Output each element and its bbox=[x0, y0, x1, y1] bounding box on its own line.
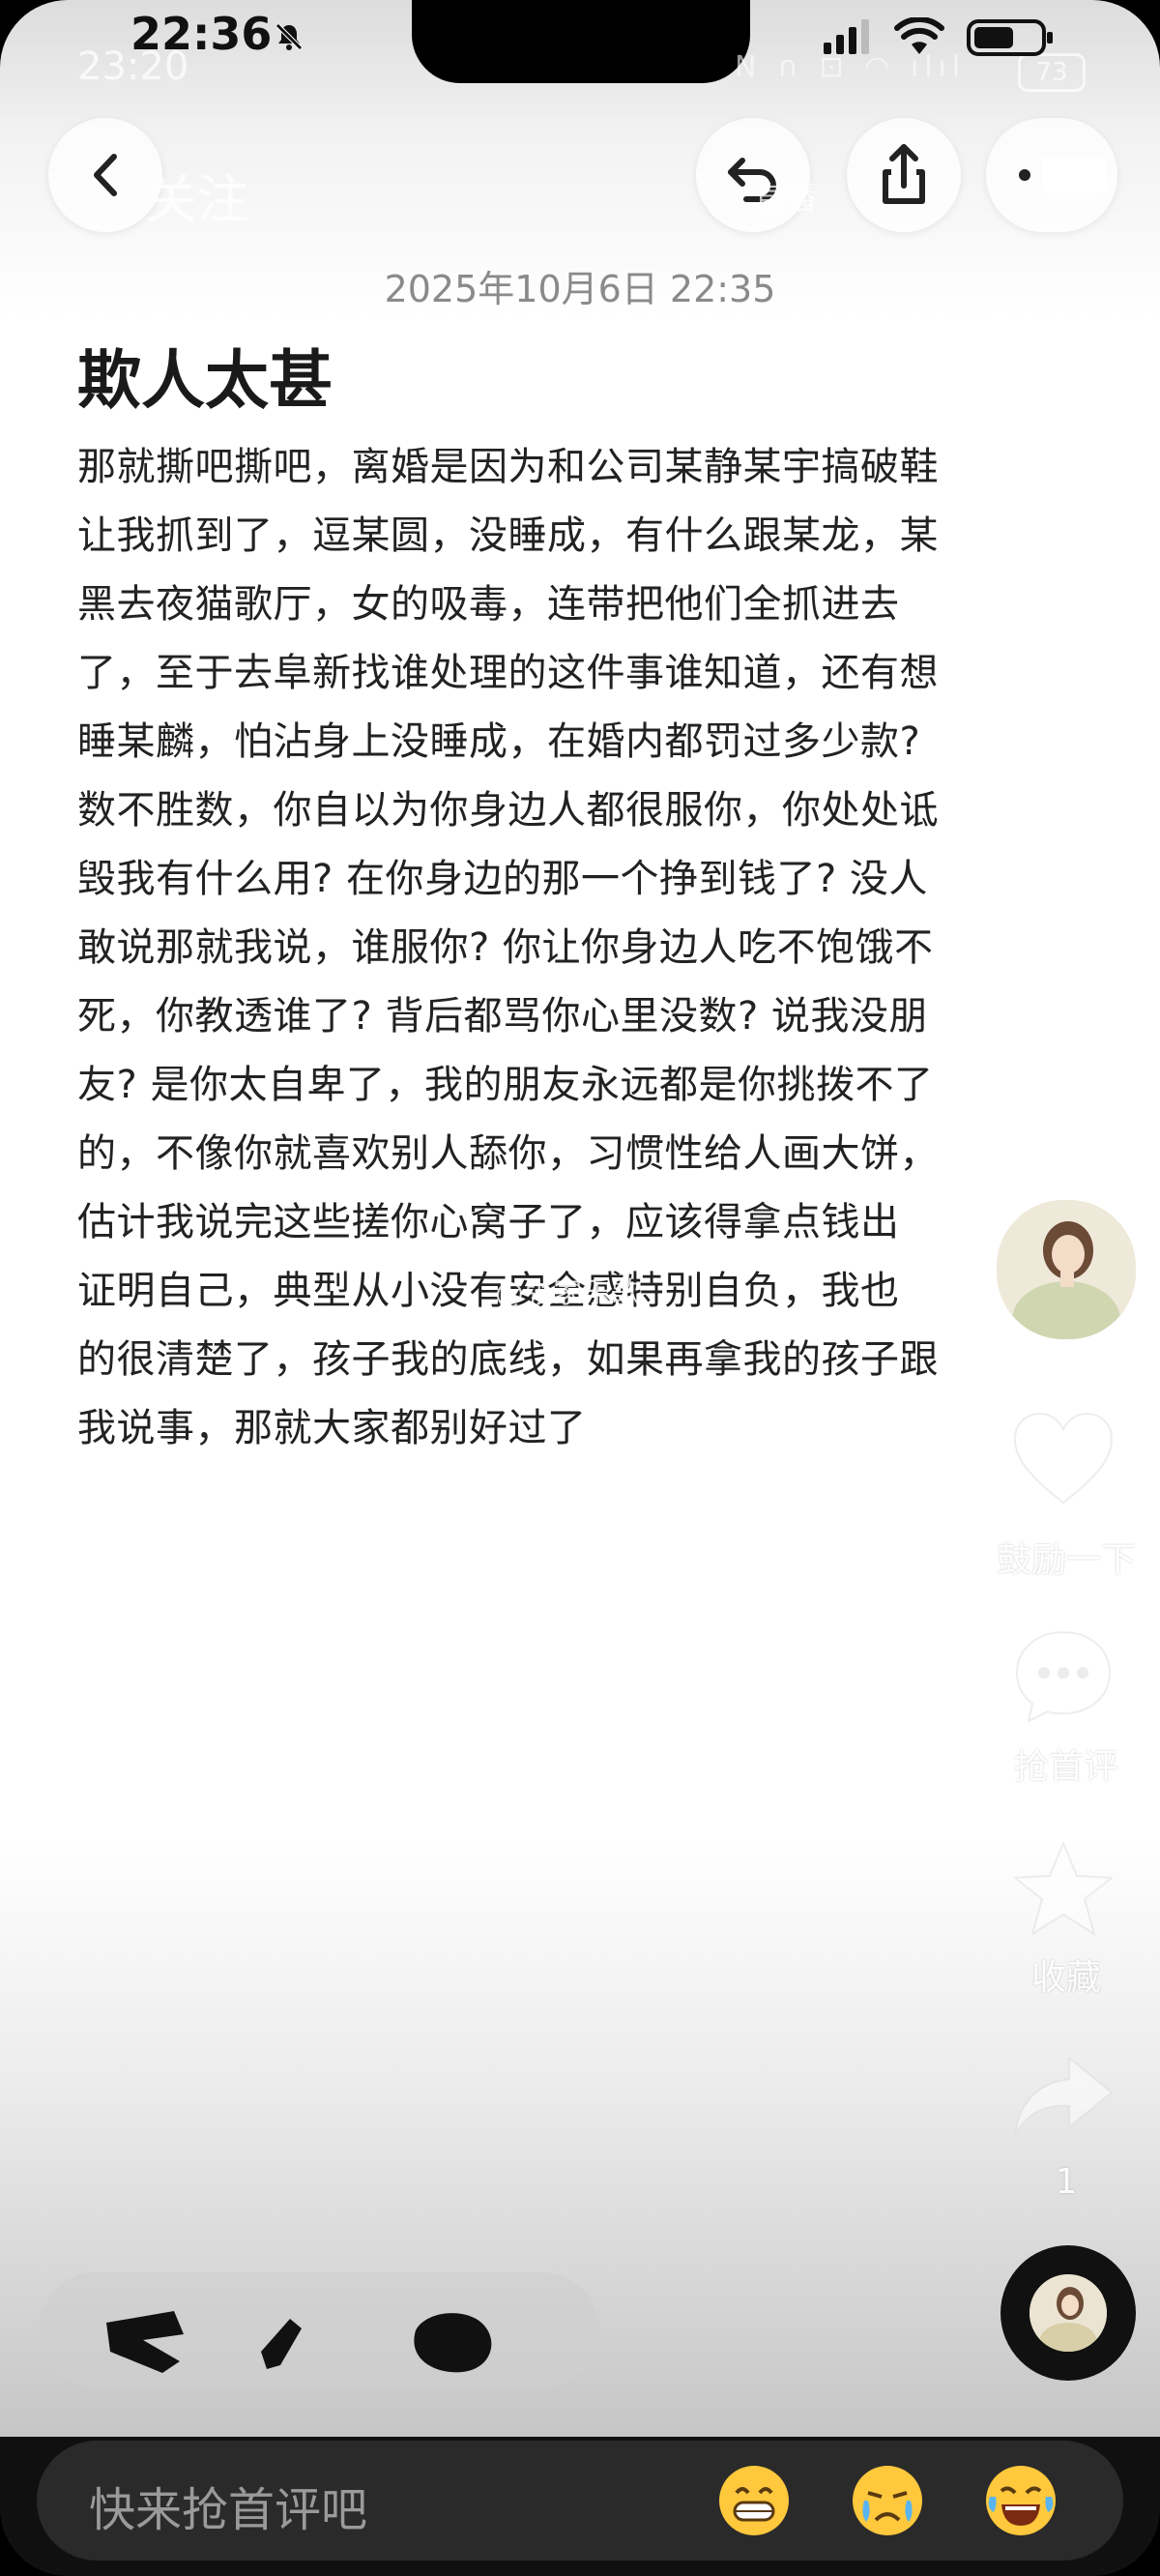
body-line: 睡某麟，怕沾身上没睡成，在婚内都罚过多少款? bbox=[77, 719, 921, 764]
body-line: 那就撕吧撕吧，离婚是因为和公司某静某宇搞破鞋 bbox=[77, 445, 939, 489]
share-icon bbox=[883, 144, 925, 204]
share-arrow-icon[interactable] bbox=[1011, 2050, 1116, 2143]
live-label-ghost: 直播 bbox=[754, 180, 817, 217]
wifi-icon bbox=[894, 17, 944, 54]
share-button[interactable] bbox=[847, 118, 961, 232]
signal-icon bbox=[824, 19, 869, 54]
more-button[interactable] bbox=[986, 118, 1117, 232]
body-line: 让我抓到了，逗某圆，没睡成，有什么跟某龙，某 bbox=[77, 513, 939, 558]
body-line: 死，你教透谁了? 背后都骂你心里没数? 说我没朋 bbox=[77, 994, 928, 1039]
heart-icon[interactable] bbox=[1009, 1410, 1117, 1510]
comment-icon[interactable] bbox=[1011, 1626, 1116, 1727]
body-line: 黑去夜猫歌厅，女的吸毒，连带把他们全抓进去 bbox=[77, 582, 900, 627]
cry-emoji-icon[interactable] bbox=[851, 2464, 924, 2537]
watermark: @张家乐歌 bbox=[495, 1276, 640, 1310]
battery-icon bbox=[967, 19, 1053, 56]
body-line: 敢说那就我说，谁服你? 你让你身边人吃不饱饿不 bbox=[77, 925, 934, 970]
more-icon bbox=[1019, 157, 1106, 193]
post-title: 欺人太甚 bbox=[77, 343, 333, 418]
author-avatar[interactable] bbox=[994, 1197, 1139, 1342]
body-line: 数不胜数，你自以为你身边人都很服你，你处处诋 bbox=[77, 788, 939, 833]
avatar-image bbox=[997, 1200, 1136, 1339]
music-disc-image bbox=[1030, 2274, 1107, 2352]
censored-area bbox=[39, 2272, 599, 2388]
grin-emoji-icon[interactable] bbox=[717, 2464, 791, 2537]
phone-screen: 23:20 22:36 N ∩ ⊡ ◠ ılıl 73 关注 直播 2025年1… bbox=[0, 0, 1160, 2576]
body-line: 了，至于去阜新找谁处理的这件事谁知道，还有想 bbox=[77, 651, 939, 695]
comment-input-placeholder[interactable]: 快来抢首评吧 bbox=[89, 2472, 367, 2539]
body-line: 的，不像你就喜欢别人舔你，习惯性给人画大饼， bbox=[77, 1131, 939, 1176]
music-disc-button[interactable] bbox=[1000, 2245, 1136, 2381]
body-line: 我说事，那就大家都别好过了 bbox=[77, 1406, 587, 1450]
follow-label-ghost: 关注 bbox=[145, 169, 249, 230]
share-count: 1 bbox=[1055, 2162, 1078, 2202]
body-line: 估计我说完这些搓你心窝子了，应该得拿点钱出 bbox=[77, 1200, 900, 1244]
ghost-battery: 73 bbox=[1018, 53, 1086, 92]
body-line: 友? 是你太自卑了，我的朋友永远都是你挑拨不了 bbox=[77, 1063, 934, 1107]
laugh-emoji-icon[interactable] bbox=[984, 2464, 1058, 2537]
body-line: 的很清楚了，孩子我的底线，如果再拿我的孩子跟 bbox=[77, 1337, 939, 1382]
favorite-label: 收藏 bbox=[1030, 1958, 1101, 1998]
star-icon[interactable] bbox=[1011, 1839, 1116, 1940]
dynamic-island bbox=[412, 0, 750, 83]
status-time: 22:36 bbox=[130, 8, 273, 60]
first-comment-label: 抢首评 bbox=[1013, 1747, 1118, 1787]
body-line: 毁我有什么用? 在你身边的那一个挣到钱了? 没人 bbox=[77, 857, 928, 901]
post-date: 2025年10月6日 22:35 bbox=[384, 268, 776, 310]
like-label: 鼓励一下 bbox=[996, 1540, 1136, 1580]
muted-bell-icon bbox=[276, 23, 303, 50]
